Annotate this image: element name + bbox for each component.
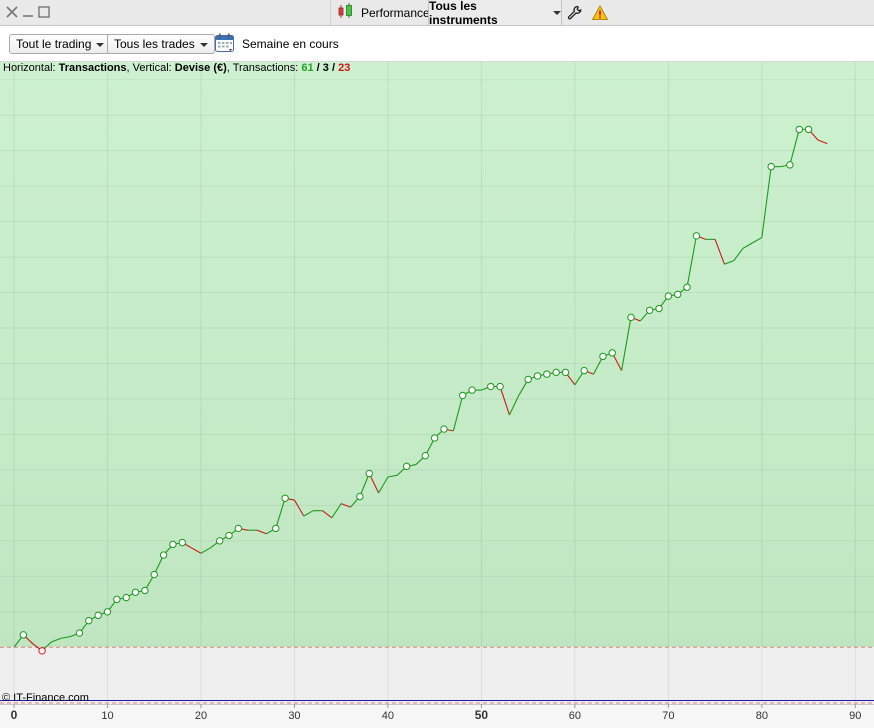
trade-marker	[561, 368, 570, 377]
trade-marker	[272, 524, 280, 533]
trade-marker	[543, 370, 551, 378]
trade-marker	[552, 368, 560, 377]
instruments-label: Tous les instruments	[429, 0, 498, 27]
wins-count: 61	[301, 62, 314, 74]
trade-marker	[655, 304, 663, 313]
performance-label: Performance	[361, 5, 430, 20]
calendar-icon	[214, 32, 236, 57]
trade-marker	[487, 382, 495, 391]
trade-marker	[767, 162, 775, 171]
horizontal-prefix: Horizontal:	[3, 62, 59, 74]
trades-filter-label: Tous les trades	[114, 37, 195, 51]
x-tick-label: 30	[288, 710, 300, 722]
losses-count: 23	[338, 62, 351, 74]
trade-marker	[159, 551, 168, 559]
warning-icon[interactable]	[591, 4, 609, 22]
trade-marker	[683, 283, 691, 291]
loss-zone	[0, 647, 874, 704]
period-label: Semaine en cours	[242, 37, 339, 51]
trade-marker	[169, 540, 177, 549]
x-tick-label: 10	[101, 710, 113, 722]
x-tick-label: 80	[756, 710, 768, 722]
trade-marker	[131, 588, 140, 596]
minimize-icon[interactable]	[20, 4, 36, 20]
period-selector[interactable]: Semaine en cours	[214, 32, 339, 56]
trade-marker	[38, 647, 46, 655]
equity-chart: 0 10 20 30 40 50 60 70 80 90	[0, 62, 874, 728]
trade-marker	[234, 524, 243, 533]
separator: /	[328, 62, 339, 74]
trade-marker	[580, 366, 588, 375]
performance-button[interactable]: Performance	[330, 0, 436, 25]
trade-marker	[75, 629, 84, 637]
trade-marker	[674, 290, 682, 299]
trade-marker	[141, 586, 149, 595]
trade-marker	[786, 161, 794, 169]
title-bar: Performance Tous les instruments	[0, 0, 874, 27]
maximize-icon[interactable]	[36, 4, 52, 20]
vertical-value: Devise (€)	[174, 62, 227, 74]
filter-toolbar: Tout le trading Tous les trades Semaine …	[0, 26, 874, 62]
x-axis-band	[0, 704, 874, 728]
trade-marker	[94, 611, 102, 620]
trade-marker	[468, 386, 476, 394]
trade-marker	[402, 462, 411, 471]
trade-marker	[122, 593, 130, 602]
x-tick-label: 60	[569, 710, 581, 722]
trade-marker	[178, 538, 186, 547]
x-tick-label: 40	[382, 710, 394, 722]
chevron-down-icon	[553, 10, 561, 15]
x-tick-label: 90	[849, 710, 861, 722]
trading-filter-label: Tout le trading	[16, 37, 92, 51]
trade-marker	[150, 570, 158, 579]
profit-zone	[0, 62, 874, 648]
trade-marker	[645, 306, 654, 314]
trade-marker	[113, 595, 121, 604]
trade-marker	[421, 452, 430, 460]
trade-marker	[365, 469, 373, 478]
trade-marker	[356, 492, 364, 501]
trades-filter-dropdown[interactable]: Tous les trades	[107, 34, 215, 54]
trade-marker	[496, 382, 504, 391]
trade-marker	[215, 537, 224, 545]
trade-marker	[599, 352, 607, 361]
x-tick-label: 20	[195, 710, 207, 722]
x-tick-label: 0	[11, 708, 18, 722]
chevron-down-icon	[96, 42, 105, 47]
separator: /	[313, 62, 323, 74]
chevron-down-icon	[199, 42, 208, 47]
transactions-prefix: , Transactions:	[226, 62, 302, 74]
close-icon[interactable]	[4, 4, 20, 20]
trade-marker	[627, 313, 635, 322]
x-tick-label: 70	[662, 710, 674, 722]
trade-marker	[19, 631, 28, 639]
trade-marker	[524, 375, 532, 384]
trade-marker	[608, 349, 616, 357]
trade-marker	[804, 125, 813, 134]
trade-marker	[430, 434, 439, 442]
trade-marker	[85, 616, 93, 625]
trade-marker	[664, 292, 673, 300]
wrench-icon[interactable]	[566, 4, 584, 22]
copyright-text: © IT-Finance.com	[2, 692, 89, 704]
trading-filter-dropdown[interactable]: Tout le trading	[9, 34, 112, 54]
trade-marker	[795, 125, 803, 134]
instruments-dropdown[interactable]: Tous les instruments	[428, 0, 562, 27]
chart-info: Horizontal: Transactions, Vertical: Devi…	[3, 62, 350, 75]
trade-marker	[281, 494, 289, 502]
trade-marker	[533, 372, 542, 380]
horizontal-value: Transactions	[58, 62, 127, 74]
trade-marker	[459, 391, 467, 400]
trade-marker	[225, 531, 233, 540]
trade-marker	[103, 608, 112, 616]
vertical-prefix: , Vertical:	[126, 62, 175, 74]
x-tick-label: 50	[475, 708, 489, 722]
trade-marker	[692, 232, 701, 240]
candlestick-icon	[337, 3, 355, 22]
trade-marker	[440, 425, 448, 433]
